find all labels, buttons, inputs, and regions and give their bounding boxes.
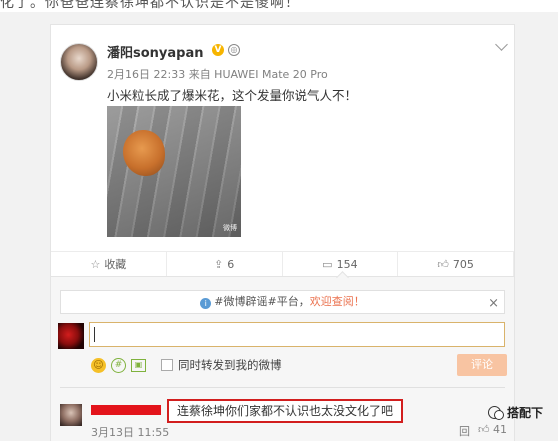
like-count: 705 xyxy=(452,257,474,271)
repost-checkbox-label: 同时转发到我的微博 xyxy=(178,358,282,372)
author-avatar[interactable] xyxy=(60,43,98,81)
my-avatar xyxy=(58,323,84,349)
post-meta: 2月16日 22:33 来自 HUAWEI Mate 20 Pro xyxy=(107,68,328,81)
reply-icon[interactable]: 回 xyxy=(459,423,470,439)
image-watermark: 微博 xyxy=(223,224,237,232)
like-button[interactable]: 👍︎ 705 xyxy=(398,252,514,276)
emoji-icon[interactable]: ☺ xyxy=(91,357,106,373)
notice-banner: i #微博辟谣#平台，欢迎查阅！ × xyxy=(60,290,505,314)
star-icon: ☆ xyxy=(90,257,101,271)
notice-link[interactable]: 欢迎查阅！ xyxy=(310,295,365,308)
repost-checkbox[interactable] xyxy=(161,359,173,371)
action-bar: ☆ 收藏 ⇪ 6 ▭ 154 👍︎ 705 xyxy=(51,251,514,284)
author-name[interactable]: 潘阳sonyapan xyxy=(107,42,204,61)
weibo-post-card: 潘阳sonyapan V ◎ 2月16日 22:33 来自 HUAWEI Mat… xyxy=(50,24,515,441)
brand-watermark: 搭配下 xyxy=(487,404,543,421)
favorite-label: 收藏 xyxy=(104,258,127,271)
comment-toolbar: ☺ # ▣ 同时转发到我的微博 xyxy=(91,355,282,375)
topic-icon[interactable]: # xyxy=(111,357,126,373)
member-icon: ◎ xyxy=(228,44,240,56)
notice-prefix: #微博辟谣#平台， xyxy=(214,295,310,308)
comment-text: 连蔡徐坤你们家都不认识也太没文化了吧 xyxy=(167,399,404,423)
wechat-logo-icon xyxy=(487,404,504,421)
post-image[interactable]: 微博 xyxy=(107,106,241,237)
post-text: 小米粒长成了爆米花，这个发量你说气人不！ xyxy=(107,88,358,103)
favorite-button[interactable]: ☆ 收藏 xyxy=(51,252,167,276)
comment-count: 154 xyxy=(336,257,358,271)
info-icon: i xyxy=(200,298,212,309)
brand-name: 搭配下 xyxy=(507,406,544,420)
comment-like-count: 41 xyxy=(493,423,507,436)
image-icon[interactable]: ▣ xyxy=(131,358,146,372)
chevron-down-icon[interactable] xyxy=(495,38,508,51)
comment-panel: i #微博辟谣#平台，欢迎查阅！ × ☺ # ▣ 同时转发到我的微博 评论 连蔡徐… xyxy=(51,276,514,441)
top-caption-strip: 化了。你爸爸连蔡徐坤都不认识是不是傻啊！ xyxy=(0,0,558,12)
comment-icon: ▭ xyxy=(322,257,333,271)
divider xyxy=(60,387,505,388)
thumbs-up-icon: 👍︎ xyxy=(437,257,449,271)
redacted-username xyxy=(91,405,161,415)
comment-time: 3月13日 11:55 xyxy=(91,426,170,439)
repost-button[interactable]: ⇪ 6 xyxy=(167,252,283,276)
comment-input[interactable] xyxy=(89,322,505,347)
share-icon: ⇪ xyxy=(214,257,224,271)
text-cursor xyxy=(94,327,95,342)
comment-submit-button[interactable]: 评论 xyxy=(457,354,507,376)
close-icon[interactable]: × xyxy=(488,293,499,315)
commenter-avatar[interactable] xyxy=(60,404,82,426)
top-caption: 化了。你爸爸连蔡徐坤都不认识是不是傻啊！ xyxy=(0,0,300,11)
verified-icon: V xyxy=(212,44,224,56)
repost-count: 6 xyxy=(227,257,235,271)
comment-like-button[interactable]: 👍︎ 41 xyxy=(478,423,507,439)
dog-image xyxy=(123,130,165,176)
comment-actions: 回 👍︎ 41 xyxy=(459,423,507,439)
